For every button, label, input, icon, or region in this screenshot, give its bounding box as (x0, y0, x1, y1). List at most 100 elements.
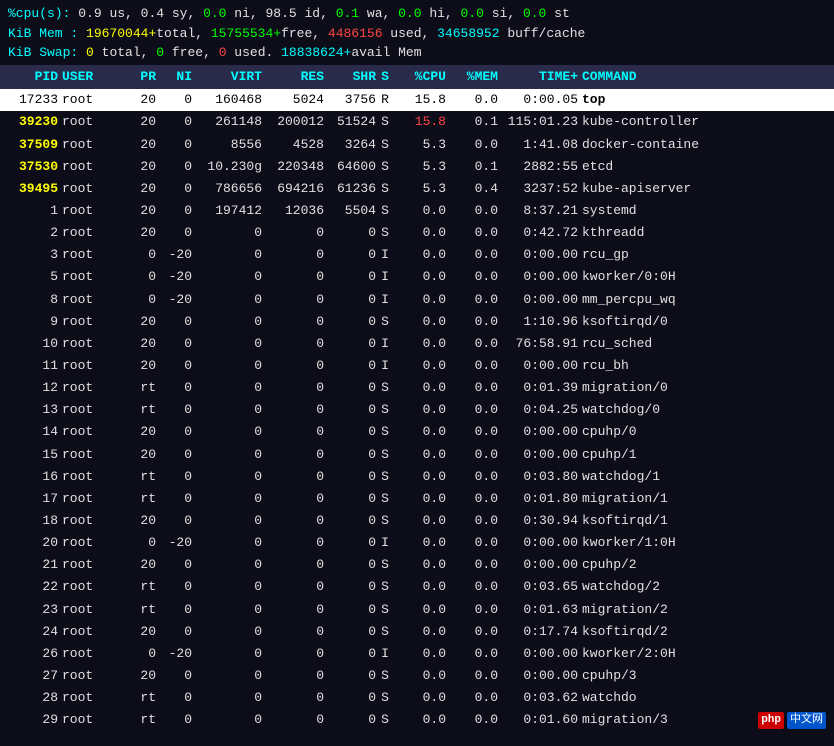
php-badge: php (758, 712, 784, 729)
table-row: 3 root 0 -20 0 0 0 I 0.0 0.0 0:00.00 rcu… (0, 244, 834, 266)
proc-shr: 0 (324, 467, 376, 487)
proc-cmd: ksoftirqd/1 (578, 511, 826, 531)
proc-shr: 51524 (324, 112, 376, 132)
proc-virt: 0 (192, 334, 262, 354)
proc-mem: 0.0 (446, 312, 498, 332)
table-row: 2 root 20 0 0 0 0 S 0.0 0.0 0:42.72 kthr… (0, 222, 834, 244)
col-header-res: RES (262, 67, 324, 88)
proc-cmd: etcd (578, 157, 826, 177)
proc-shr: 0 (324, 666, 376, 686)
proc-shr: 0 (324, 710, 376, 730)
proc-pid: 20 (8, 533, 58, 553)
cpu-line: %cpu(s): 0.9 us, 0.4 sy, 0.0 ni, 98.5 id… (8, 4, 826, 24)
proc-cpu: 0.0 (394, 378, 446, 398)
proc-cpu: 0.0 (394, 422, 446, 442)
proc-virt: 0 (192, 467, 262, 487)
proc-ni: 0 (156, 223, 192, 243)
cmd-text: watchdog/1 (582, 469, 660, 484)
proc-shr: 0 (324, 644, 376, 664)
proc-pid: 5 (8, 267, 58, 287)
proc-cmd: kworker/0:0H (578, 267, 826, 287)
proc-s: S (376, 378, 394, 398)
proc-mem: 0.0 (446, 201, 498, 221)
proc-time: 0:00.00 (498, 356, 578, 376)
proc-time: 0:04.25 (498, 400, 578, 420)
proc-cmd: mm_percpu_wq (578, 290, 826, 310)
terminal: %cpu(s): 0.9 us, 0.4 sy, 0.0 ni, 98.5 id… (0, 0, 834, 746)
proc-virt: 0 (192, 422, 262, 442)
cmd-text: docker-containe (582, 137, 699, 152)
proc-cpu: 0.0 (394, 577, 446, 597)
proc-user: root (58, 245, 120, 265)
proc-pr: 20 (120, 422, 156, 442)
proc-time: 2882:55 (498, 157, 578, 177)
proc-ni: 0 (156, 467, 192, 487)
proc-s: S (376, 201, 394, 221)
proc-cpu: 0.0 (394, 489, 446, 509)
proc-shr: 0 (324, 622, 376, 642)
proc-ni: 0 (156, 179, 192, 199)
col-header-pid: PID (8, 67, 58, 88)
proc-pid: 26 (8, 644, 58, 664)
header-section: %cpu(s): 0.9 us, 0.4 sy, 0.0 ni, 98.5 id… (0, 0, 834, 65)
proc-cpu: 0.0 (394, 555, 446, 575)
proc-cpu: 5.3 (394, 135, 446, 155)
cmd-text: ksoftirqd/1 (582, 513, 668, 528)
proc-res: 0 (262, 312, 324, 332)
proc-ni: 0 (156, 400, 192, 420)
proc-time: 0:01.80 (498, 489, 578, 509)
proc-pr: rt (120, 467, 156, 487)
col-header-time: TIME+ (498, 67, 578, 88)
proc-s: S (376, 489, 394, 509)
proc-cmd: rcu_bh (578, 356, 826, 376)
proc-pr: 20 (120, 334, 156, 354)
cmd-text: mm_percpu_wq (582, 292, 676, 307)
proc-user: root (58, 356, 120, 376)
proc-res: 0 (262, 334, 324, 354)
proc-s: S (376, 400, 394, 420)
proc-res: 0 (262, 356, 324, 376)
proc-shr: 0 (324, 267, 376, 287)
proc-pr: 20 (120, 201, 156, 221)
proc-cmd: kworker/1:0H (578, 533, 826, 553)
proc-time: 0:30.94 (498, 511, 578, 531)
proc-ni: -20 (156, 267, 192, 287)
proc-shr: 0 (324, 533, 376, 553)
proc-ni: 0 (156, 555, 192, 575)
proc-mem: 0.0 (446, 245, 498, 265)
proc-pid: 10 (8, 334, 58, 354)
proc-time: 0:01.39 (498, 378, 578, 398)
proc-user: root (58, 267, 120, 287)
proc-shr: 0 (324, 422, 376, 442)
proc-pid: 39495 (8, 179, 58, 199)
proc-virt: 0 (192, 223, 262, 243)
mem-line: KiB Mem : 19670044+total, 15755534+free,… (8, 24, 826, 44)
proc-res: 0 (262, 622, 324, 642)
table-row: 18 root 20 0 0 0 0 S 0.0 0.0 0:30.94 kso… (0, 510, 834, 532)
swap-values: 0 total, 0 free, 0 used. 18838624+avail … (86, 45, 422, 60)
proc-shr: 0 (324, 555, 376, 575)
proc-user: root (58, 489, 120, 509)
proc-user: root (58, 400, 120, 420)
proc-pid: 2 (8, 223, 58, 243)
proc-virt: 197412 (192, 201, 262, 221)
cmd-text: ksoftirqd/0 (582, 314, 668, 329)
proc-virt: 8556 (192, 135, 262, 155)
proc-pr: 20 (120, 666, 156, 686)
proc-mem: 0.0 (446, 622, 498, 642)
proc-res: 0 (262, 422, 324, 442)
proc-cpu: 0.0 (394, 334, 446, 354)
proc-cpu: 0.0 (394, 467, 446, 487)
proc-virt: 261148 (192, 112, 262, 132)
proc-res: 0 (262, 666, 324, 686)
table-row: 39495 root 20 0 786656 694216 61236 S 5.… (0, 178, 834, 200)
proc-cmd: systemd (578, 201, 826, 221)
proc-user: root (58, 622, 120, 642)
proc-mem: 0.0 (446, 467, 498, 487)
proc-s: S (376, 688, 394, 708)
table-row: 27 root 20 0 0 0 0 S 0.0 0.0 0:00.00 cpu… (0, 665, 834, 687)
proc-res: 200012 (262, 112, 324, 132)
proc-user: root (58, 445, 120, 465)
proc-ni: 0 (156, 489, 192, 509)
proc-s: S (376, 710, 394, 730)
